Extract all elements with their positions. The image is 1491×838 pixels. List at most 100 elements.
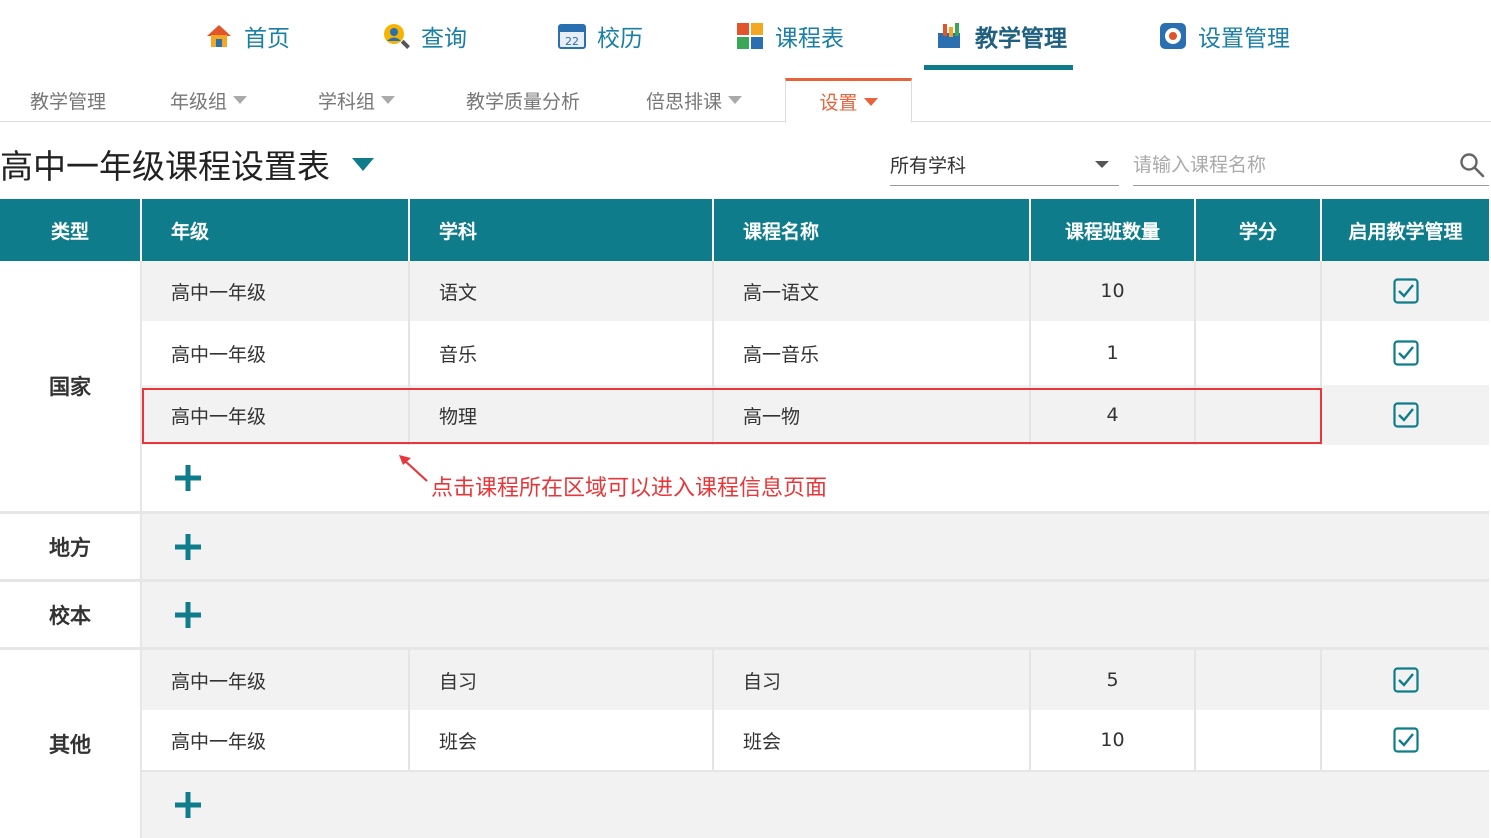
- add-course-row: [142, 772, 1489, 838]
- page-title: 高中一年级课程设置表: [0, 140, 374, 188]
- cell-grade: 高中一年级: [142, 261, 410, 321]
- teaching-icon: [935, 21, 965, 51]
- subnav-settings-label: 设置: [819, 92, 858, 114]
- search-icon[interactable]: [1459, 152, 1485, 178]
- table-row[interactable]: 高中一年级 班会 班会 10: [142, 710, 1489, 770]
- type-cell-other: 其他: [0, 650, 142, 838]
- add-course-row: [142, 582, 1489, 647]
- search-person-icon: [381, 21, 411, 51]
- cell-course-name: 高一物: [714, 385, 1031, 445]
- caret-down-icon: [233, 96, 248, 104]
- calendar-icon: 22: [557, 21, 587, 51]
- nav-settings[interactable]: 设置管理: [1158, 16, 1290, 56]
- annotation-arrow-icon: [399, 455, 428, 482]
- nav-teaching[interactable]: 教学管理: [935, 16, 1067, 56]
- settings-icon: [1158, 21, 1188, 51]
- group-local: [142, 514, 1489, 579]
- caret-down-icon: [381, 96, 396, 104]
- subnav-grade-group[interactable]: 年级组: [170, 78, 248, 122]
- nav-calendar-label: 校历: [597, 26, 643, 52]
- cell-credit: [1196, 385, 1322, 445]
- group-other: 高中一年级 自习 自习 5 高中一年级 班会 班会 10: [142, 650, 1489, 838]
- cell-enable: [1322, 321, 1489, 385]
- subject-filter-value: 所有学科: [890, 155, 967, 177]
- nav-home[interactable]: 首页: [204, 16, 290, 56]
- nav-query[interactable]: 查询: [381, 16, 467, 56]
- cell-course-name: 高一音乐: [714, 321, 1031, 385]
- annotation-text: 点击课程所在区域可以进入课程信息页面: [431, 476, 828, 501]
- nav-home-label: 首页: [244, 26, 290, 52]
- nav-query-label: 查询: [421, 26, 467, 52]
- cell-grade: 高中一年级: [142, 650, 410, 710]
- calendar-day-text: 22: [565, 35, 579, 48]
- checkbox-checked-icon[interactable]: [1392, 667, 1419, 693]
- page-title-text: 高中一年级课程设置表: [0, 147, 330, 186]
- table-row[interactable]: 高中一年级 物理 高一物 4: [142, 385, 1489, 445]
- cell-grade: 高中一年级: [142, 321, 410, 385]
- top-navigation: 首页 查询 22 校历 课程表 教学管理 设置管理: [0, 0, 1491, 72]
- cell-subject: 音乐: [410, 321, 714, 385]
- sub-navigation: 教学管理 年级组 学科组 教学质量分析 倍思排课 设置: [0, 78, 1491, 123]
- cell-class-count: 10: [1031, 710, 1196, 770]
- cell-credit: [1196, 261, 1322, 321]
- checkbox-checked-icon[interactable]: [1392, 340, 1419, 366]
- nav-timetable[interactable]: 课程表: [735, 16, 844, 56]
- checkbox-checked-icon[interactable]: [1392, 727, 1419, 753]
- header-credit: 学分: [1196, 199, 1322, 261]
- nav-calendar[interactable]: 22 校历: [557, 16, 643, 56]
- timetable-icon: [735, 21, 765, 51]
- cell-enable: [1322, 710, 1489, 770]
- add-plus-icon[interactable]: [174, 601, 202, 629]
- subnav-subject-group[interactable]: 学科组: [318, 78, 396, 122]
- title-dropdown-icon[interactable]: [352, 157, 374, 171]
- type-cell-national: 国家: [0, 261, 142, 514]
- table-row[interactable]: 高中一年级 自习 自习 5: [142, 650, 1489, 710]
- cell-enable: [1322, 385, 1489, 445]
- cell-course-name: 自习: [714, 650, 1031, 710]
- subnav-grade-group-label: 年级组: [170, 90, 228, 113]
- cell-credit: [1196, 321, 1322, 385]
- cell-grade: 高中一年级: [142, 710, 410, 770]
- nav-timetable-label: 课程表: [775, 26, 844, 52]
- checkbox-checked-icon[interactable]: [1392, 402, 1419, 428]
- add-plus-icon[interactable]: [174, 464, 202, 492]
- cell-grade: 高中一年级: [142, 385, 410, 445]
- cell-subject: 自习: [410, 650, 714, 710]
- subnav-teaching[interactable]: 教学管理: [30, 78, 106, 122]
- cell-credit: [1196, 650, 1322, 710]
- subnav-settings[interactable]: 设置: [785, 78, 912, 123]
- table-row[interactable]: 高中一年级 音乐 高一音乐 1: [142, 321, 1489, 385]
- table-header: 类型 年级 学科 课程名称 课程班数量 学分 启用教学管理: [0, 199, 1489, 261]
- cell-class-count: 5: [1031, 650, 1196, 710]
- cell-enable: [1322, 261, 1489, 321]
- course-search-input[interactable]: [1133, 153, 1443, 176]
- cell-course-name: 高一语文: [714, 261, 1031, 321]
- add-plus-icon[interactable]: [174, 791, 202, 819]
- cell-class-count: 10: [1031, 261, 1196, 321]
- header-grade: 年级: [142, 199, 410, 261]
- cell-subject: 语文: [410, 261, 714, 321]
- cell-subject: 物理: [410, 385, 714, 445]
- caret-down-icon: [863, 97, 878, 106]
- add-plus-icon[interactable]: [174, 533, 202, 561]
- table-row[interactable]: 高中一年级 语文 高一语文 10: [142, 261, 1489, 321]
- subnav-subject-group-label: 学科组: [318, 90, 376, 113]
- nav-teaching-label: 教学管理: [975, 26, 1067, 52]
- type-cell-local: 地方: [0, 514, 142, 582]
- dropdown-arrow-icon: [1095, 161, 1109, 168]
- header-type: 类型: [0, 199, 142, 261]
- header-course-name: 课程名称: [714, 199, 1031, 261]
- checkbox-checked-icon[interactable]: [1392, 278, 1419, 304]
- subnav-quality-analysis[interactable]: 教学质量分析: [466, 78, 580, 122]
- cell-credit: [1196, 710, 1322, 770]
- header-subject: 学科: [410, 199, 714, 261]
- header-class-count: 课程班数量: [1031, 199, 1196, 261]
- subnav-scheduling[interactable]: 倍思排课: [646, 78, 743, 122]
- caret-down-icon: [728, 96, 743, 104]
- type-cell-school: 校本: [0, 582, 142, 650]
- nav-settings-label: 设置管理: [1198, 26, 1290, 52]
- subject-filter-select[interactable]: 所有学科: [890, 144, 1119, 186]
- cell-class-count: 1: [1031, 321, 1196, 385]
- cell-class-count: 4: [1031, 385, 1196, 445]
- home-icon: [204, 21, 234, 51]
